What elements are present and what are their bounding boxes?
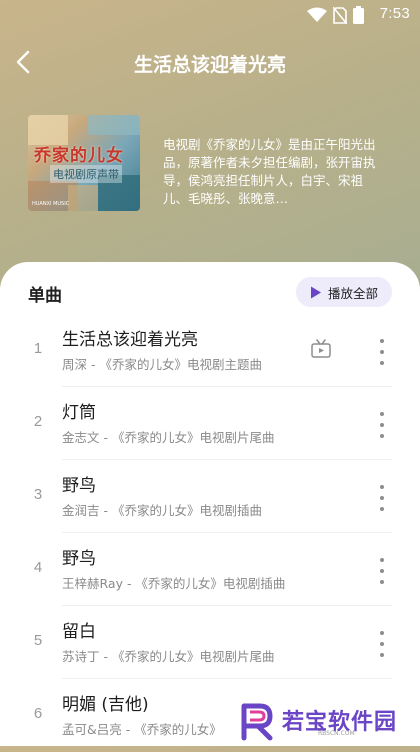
song-meta: 孟可&吕亮 - 《乔家的儿女》电视剧插曲 [62,722,222,737]
song-list-panel: 单曲 播放全部 1 生活总该迎着光亮 周深 - 《乔家的儿女》电视剧主题曲 2 … [0,262,420,746]
song-title: 留白 [62,622,96,642]
tv-icon [311,339,331,358]
more-options-button[interactable] [376,482,388,514]
song-index: 4 [33,559,43,576]
song-meta: 周深 - 《乔家的儿女》电视剧主题曲 [62,357,262,372]
album-cover[interactable]: 乔家的儿女 电视剧原声带 HUANXI MUSIC [28,115,140,211]
battery-icon [353,6,364,24]
song-row[interactable]: 3 野鸟 金润吉 - 《乔家的儿女》电视剧插曲 [0,460,420,533]
status-icons [307,6,364,24]
song-title: 野鸟 [62,476,96,496]
section-title: 单曲 [28,286,62,306]
song-index: 2 [33,413,43,430]
song-meta: 金润吉 - 《乔家的儿女》电视剧插曲 [62,503,262,518]
mv-button[interactable] [310,338,332,360]
page-title: 生活总该迎着光亮 [133,54,286,76]
song-row[interactable]: 1 生活总该迎着光亮 周深 - 《乔家的儿女》电视剧主题曲 [0,314,420,387]
song-index: 5 [33,632,43,649]
more-options-button[interactable] [376,555,388,587]
cover-title: 乔家的儿女 [34,146,124,166]
song-title: 明媚 (吉他) [62,695,149,715]
wifi-icon [307,7,327,22]
cover-subtitle: 电视剧原声带 [50,165,122,183]
song-index: 6 [33,705,43,722]
more-options-button[interactable] [376,628,388,660]
album-description[interactable]: 电视剧《乔家的儿女》是由正午阳光出品，原著作者未夕担任编剧，张开宙执导，侯鸿亮担… [163,136,385,208]
song-title: 野鸟 [62,549,96,569]
song-row[interactable]: 5 留白 苏诗丁 - 《乔家的儿女》电视剧片尾曲 [0,606,420,679]
watermark-url: RBSCN.COM [318,730,355,737]
more-options-button[interactable] [376,336,388,368]
watermark-logo: 若宝软件园 RBSCN.COM [238,702,406,742]
song-title: 生活总该迎着光亮 [62,330,198,350]
watermark-r-icon [241,703,273,741]
song-meta: 王梓赫Ray - 《乔家的儿女》电视剧插曲 [62,576,286,591]
more-options-button[interactable] [376,409,388,441]
song-row[interactable]: 4 野鸟 王梓赫Ray - 《乔家的儿女》电视剧插曲 [0,533,420,606]
play-all-button[interactable]: 播放全部 [295,277,392,307]
play-icon [310,286,321,298]
song-meta: 金志文 - 《乔家的儿女》电视剧片尾曲 [62,430,275,445]
status-bar: 7:53 [0,0,420,28]
song-row[interactable]: 2 灯筒 金志文 - 《乔家的儿女》电视剧片尾曲 [0,387,420,460]
play-all-label: 播放全部 [327,285,378,301]
song-index: 3 [33,486,43,503]
top-bar: 生活总该迎着光亮 [0,40,420,84]
song-meta: 苏诗丁 - 《乔家的儿女》电视剧片尾曲 [62,649,275,664]
song-index: 1 [33,340,43,357]
cover-footer: HUANXI MUSIC [32,201,70,207]
status-time: 7:53 [379,5,410,22]
no-sim-icon [333,6,347,24]
song-title: 灯筒 [62,403,96,423]
